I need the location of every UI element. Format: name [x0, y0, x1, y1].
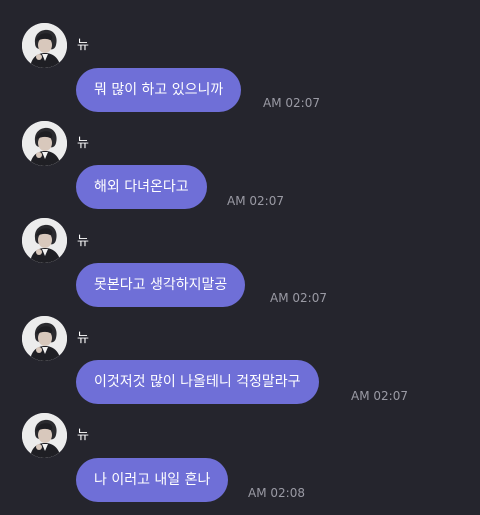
- message-timestamp: AM 02:07: [351, 389, 408, 403]
- sender-name: 뉴: [77, 428, 89, 443]
- sender-name: 뉴: [77, 331, 89, 346]
- avatar[interactable]: [22, 316, 67, 361]
- message-group: 뉴 나 이러고 내일 혼나 AM 02:08: [0, 0, 480, 502]
- avatar[interactable]: [22, 218, 67, 263]
- profile-photo-icon: [22, 218, 67, 263]
- avatar[interactable]: [22, 121, 67, 166]
- message-timestamp: AM 02:07: [270, 291, 327, 305]
- message-timestamp: AM 02:07: [227, 194, 284, 208]
- message-timestamp: AM 02:08: [248, 486, 305, 500]
- message-bubble[interactable]: 이것저것 많이 나올테니 걱정말라구: [76, 360, 319, 404]
- chat-thread: 뉴 뭐 많이 하고 있으니까 AM 02:07 뉴 해외 다녀온다고 AM 02…: [0, 0, 480, 515]
- message-bubble[interactable]: 나 이러고 내일 혼나: [76, 458, 229, 502]
- sender-name: 뉴: [77, 234, 89, 249]
- message-timestamp: AM 02:07: [263, 96, 320, 110]
- message-bubble[interactable]: 해외 다녀온다고: [76, 165, 207, 209]
- profile-photo-icon: [22, 121, 67, 166]
- avatar[interactable]: [22, 413, 67, 458]
- profile-photo-icon: [22, 413, 67, 458]
- sender-name: 뉴: [77, 136, 89, 151]
- message-bubble[interactable]: 못본다고 생각하지말공: [76, 263, 246, 307]
- profile-photo-icon: [22, 316, 67, 361]
